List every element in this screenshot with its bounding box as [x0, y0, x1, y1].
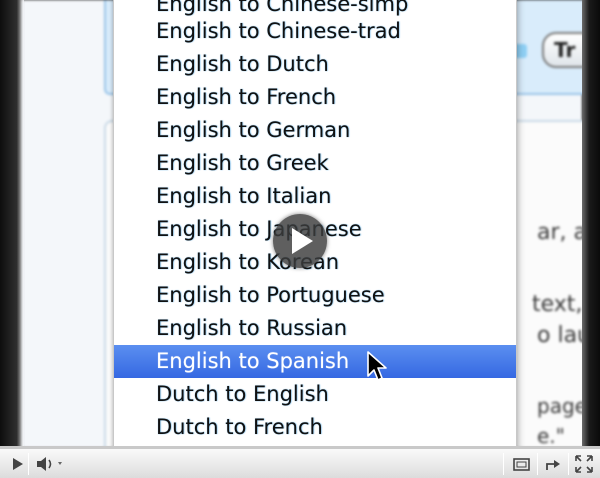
- fullscreen-icon[interactable]: [573, 453, 595, 475]
- progress-bar[interactable]: [0, 446, 600, 449]
- background-text-line: e.": [537, 424, 565, 448]
- play-icon[interactable]: [8, 453, 28, 475]
- mouse-cursor-icon: [366, 350, 388, 384]
- menu-item-english-to-spanish[interactable]: English to Spanish: [114, 345, 516, 378]
- menu-item-english-to-russian[interactable]: English to Russian: [114, 312, 516, 345]
- menu-item-dutch-to-english[interactable]: Dutch to English: [114, 378, 516, 411]
- video-frame[interactable]: Tr Ttips T ar, and text, c o launc page …: [0, 0, 600, 448]
- window-edge: [582, 0, 600, 448]
- player-control-bar: [0, 446, 600, 478]
- menu-item-english-to-italian[interactable]: English to Italian: [114, 180, 516, 213]
- divider: [28, 453, 29, 475]
- video-player: Tr Ttips T ar, and text, c o launc page …: [0, 0, 600, 478]
- popout-icon[interactable]: [511, 453, 533, 475]
- divider: [503, 453, 504, 475]
- menu-item-english-to-dutch[interactable]: English to Dutch: [114, 48, 516, 81]
- play-overlay-button[interactable]: [273, 214, 327, 268]
- volume-icon[interactable]: [34, 453, 58, 475]
- divider: [568, 453, 569, 475]
- divider: [537, 453, 538, 475]
- menu-item-english-to-portuguese[interactable]: English to Portuguese: [114, 279, 516, 312]
- window-edge: [0, 0, 24, 448]
- play-icon: [292, 228, 313, 254]
- menu-item-dutch-to-french[interactable]: Dutch to French: [114, 411, 516, 444]
- share-icon[interactable]: [543, 453, 565, 475]
- menu-item-english-to-chinese-trad[interactable]: English to Chinese-trad: [114, 15, 516, 48]
- volume-slider-handle[interactable]: [57, 453, 63, 475]
- menu-item-english-to-german[interactable]: English to German: [114, 114, 516, 147]
- menu-item-english-to-french[interactable]: English to French: [114, 81, 516, 114]
- menu-item-english-to-greek[interactable]: English to Greek: [114, 147, 516, 180]
